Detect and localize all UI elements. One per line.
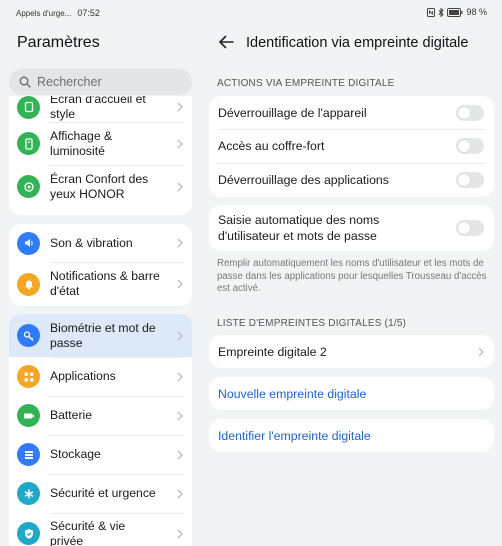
settings-group-display: Écran d'accueil et style Affichage & lum… — [9, 96, 192, 215]
emergency-icon — [17, 482, 40, 505]
sidebar-item-label: Batterie — [50, 408, 93, 422]
battery-icon — [17, 404, 40, 427]
shield-icon — [17, 522, 40, 545]
chevron-right-icon — [177, 529, 183, 538]
settings-sidebar: Appels d'urge... 07:52 Paramètres Recher… — [0, 0, 200, 546]
section-header-fingerprint-list: LISTE D'EMPREINTES DIGITALES (1/5) — [217, 318, 407, 329]
autofill-toggle[interactable] — [456, 220, 484, 236]
chevron-right-icon — [177, 372, 183, 381]
toggle-label: Déverrouillage des applications — [218, 173, 389, 187]
identify-fingerprint-label: Identifier l'empreinte digitale — [218, 428, 371, 443]
toggle-label: Saisie automatique des noms d'utilisateu… — [218, 213, 380, 243]
sidebar-item-home-screen[interactable]: Écran d'accueil et style — [9, 96, 192, 122]
chevron-right-icon — [177, 450, 183, 459]
chevron-right-icon — [177, 331, 183, 340]
nfc-icon — [427, 7, 436, 17]
sidebar-item-label: Écran d'accueil et style — [50, 96, 146, 121]
new-fingerprint-button[interactable]: Nouvelle empreinte digitale — [209, 377, 494, 410]
settings-group-security: Biométrie et mot de passe Applications B… — [9, 314, 192, 546]
sidebar-item-label: Son & vibration — [50, 235, 133, 250]
sidebar-item-display[interactable]: Affichage & luminosité — [9, 122, 192, 165]
home-screen-icon — [17, 96, 40, 119]
battery-percent: 98 % — [466, 7, 487, 17]
storage-icon — [17, 443, 40, 466]
sidebar-item-label: Stockage — [50, 447, 101, 461]
search-placeholder: Rechercher — [37, 75, 102, 89]
autofill-description: Remplir automatiquement les noms d'utili… — [217, 258, 487, 294]
sidebar-item-battery[interactable]: Batterie — [9, 396, 192, 435]
status-bar-left: Appels d'urge... 07:52 — [16, 8, 100, 18]
clock: 07:52 — [77, 8, 100, 18]
carrier-text: Appels d'urge... — [16, 8, 72, 18]
bell-icon — [17, 272, 40, 296]
key-icon — [17, 324, 40, 347]
page-title: Paramètres — [17, 34, 100, 51]
app-unlock-toggle[interactable] — [456, 172, 484, 188]
sidebar-item-privacy[interactable]: Sécurité & vie privée — [9, 513, 192, 546]
page-title: Identification via empreinte digitale — [246, 35, 469, 51]
chevron-right-icon — [177, 238, 183, 248]
chevron-right-icon — [177, 411, 183, 420]
toggle-label: Déverrouillage de l'appareil — [218, 105, 367, 120]
sidebar-item-notifications[interactable]: Notifications & barre d'état — [9, 262, 192, 306]
chevron-right-icon — [478, 347, 484, 357]
vault-access-toggle[interactable] — [456, 138, 484, 154]
sidebar-item-label: Applications — [50, 369, 116, 383]
sidebar-item-label: Sécurité & vie privée — [50, 518, 126, 546]
identify-fingerprint-button[interactable]: Identifier l'empreinte digitale — [209, 419, 494, 452]
display-icon — [17, 132, 40, 155]
fingerprint-actions-card: Déverrouillage de l'appareil Accès au co… — [209, 96, 494, 197]
toggle-row-autofill[interactable]: Saisie automatique des noms d'utilisateu… — [209, 205, 494, 251]
fingerprint-settings-pane: 98 % Identification via empreinte digita… — [200, 0, 502, 546]
sidebar-item-biometrics[interactable]: Biométrie et mot de passe — [9, 314, 192, 357]
fingerprint-name: Empreinte digitale 2 — [218, 344, 327, 359]
settings-group-sound: Son & vibration Notifications & barre d'… — [9, 224, 192, 306]
list-item-fingerprint[interactable]: Empreinte digitale 2 — [209, 335, 494, 368]
toggle-row-vault-access[interactable]: Accès au coffre-fort — [209, 129, 494, 163]
sidebar-item-label: Sécurité et urgence — [50, 486, 156, 500]
chevron-right-icon — [177, 102, 183, 112]
toggle-row-app-unlock[interactable]: Déverrouillage des applications — [209, 163, 494, 197]
chevron-right-icon — [177, 182, 183, 191]
toggle-label: Accès au coffre-fort — [218, 139, 325, 153]
autofill-card: Saisie automatique des noms d'utilisateu… — [209, 205, 494, 251]
fingerprint-list-card: Empreinte digitale 2 — [209, 335, 494, 368]
chevron-right-icon — [177, 279, 183, 289]
device-unlock-toggle[interactable] — [456, 104, 484, 121]
new-fingerprint-label: Nouvelle empreinte digitale — [218, 386, 367, 401]
back-arrow-icon[interactable] — [218, 34, 234, 50]
battery-status-icon — [447, 7, 463, 17]
sidebar-item-storage[interactable]: Stockage — [9, 435, 192, 474]
search-icon — [19, 76, 31, 88]
sound-icon — [17, 231, 40, 255]
identify-fingerprint-card: Identifier l'empreinte digitale — [209, 419, 494, 452]
bluetooth-icon — [439, 7, 445, 17]
sidebar-item-label: Notifications & barre d'état — [50, 269, 160, 298]
sidebar-item-sound[interactable]: Son & vibration — [9, 224, 192, 262]
eye-comfort-icon — [17, 175, 40, 198]
chevron-right-icon — [177, 139, 183, 148]
section-header-actions: ACTIONS VIA EMPREINTE DIGITALE — [217, 78, 395, 89]
sidebar-item-applications[interactable]: Applications — [9, 357, 192, 396]
sidebar-item-label: Affichage & luminosité — [50, 128, 113, 158]
sidebar-item-label: Biométrie et mot de passe — [50, 320, 156, 350]
chevron-right-icon — [177, 489, 183, 498]
toggle-row-device-unlock[interactable]: Déverrouillage de l'appareil — [209, 96, 494, 129]
sidebar-item-eye-comfort[interactable]: Écran Confort des yeux HONOR — [9, 165, 192, 208]
new-fingerprint-card: Nouvelle empreinte digitale — [209, 377, 494, 410]
search-input[interactable]: Rechercher — [9, 69, 192, 95]
sidebar-item-label: Écran Confort des yeux HONOR — [50, 171, 149, 201]
status-bar-right: 98 % — [427, 7, 487, 17]
sidebar-item-emergency[interactable]: Sécurité et urgence — [9, 474, 192, 513]
apps-icon — [17, 365, 40, 388]
